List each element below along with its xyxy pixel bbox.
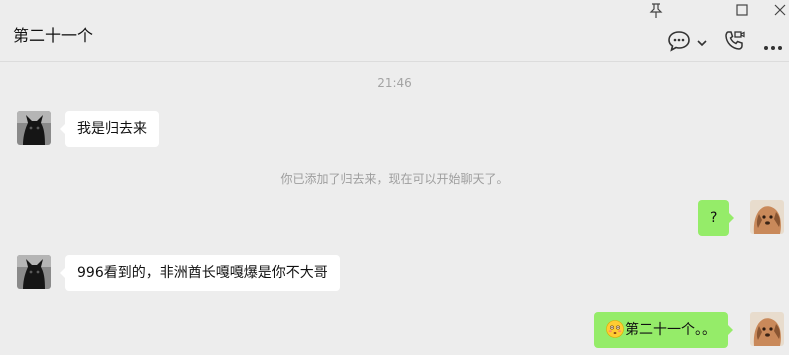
dog-photo-avatar-icon <box>750 312 784 346</box>
chat-bubble-icon <box>668 31 690 52</box>
message-text: 第二十一个。。 <box>625 322 716 338</box>
chat-history-button[interactable] <box>667 30 691 56</box>
close-icon <box>774 4 786 16</box>
more-options-button[interactable] <box>763 37 785 56</box>
more-dots-icon <box>764 46 782 50</box>
chat-dropdown-button[interactable] <box>696 34 708 53</box>
system-message: 你已添加了归去来，现在可以开始聊天了。 <box>280 172 509 186</box>
contact-avatar[interactable] <box>17 255 51 289</box>
pin-icon <box>649 3 663 18</box>
black-cat-avatar-icon <box>17 255 51 289</box>
embarrassed-face-emoji-icon <box>606 320 624 338</box>
self-avatar[interactable] <box>750 200 784 234</box>
pin-button[interactable] <box>644 1 668 19</box>
message-bubble-outgoing[interactable]: ? <box>698 200 735 236</box>
message-timestamp: 21:46 <box>377 76 412 90</box>
dog-photo-avatar-icon <box>750 200 784 234</box>
contact-avatar[interactable] <box>17 111 51 145</box>
maximize-button[interactable] <box>730 1 754 19</box>
self-avatar[interactable] <box>750 312 784 346</box>
black-cat-avatar-icon <box>17 111 51 145</box>
message-bubble-outgoing[interactable]: 第二十一个。。 <box>594 312 733 348</box>
chevron-down-icon <box>697 40 707 47</box>
phone-video-icon <box>725 31 745 50</box>
call-button[interactable] <box>722 29 746 57</box>
close-button[interactable] <box>772 1 789 19</box>
message-bubble-incoming[interactable]: 我是归去来 <box>60 111 159 147</box>
maximize-icon <box>736 4 748 16</box>
chat-header: 第二十一个 <box>0 0 789 62</box>
message-bubble-incoming[interactable]: 996看到的，非洲酋长嘎嘎爆是你不大哥 <box>60 255 340 291</box>
chat-title: 第二十一个 <box>13 26 94 45</box>
